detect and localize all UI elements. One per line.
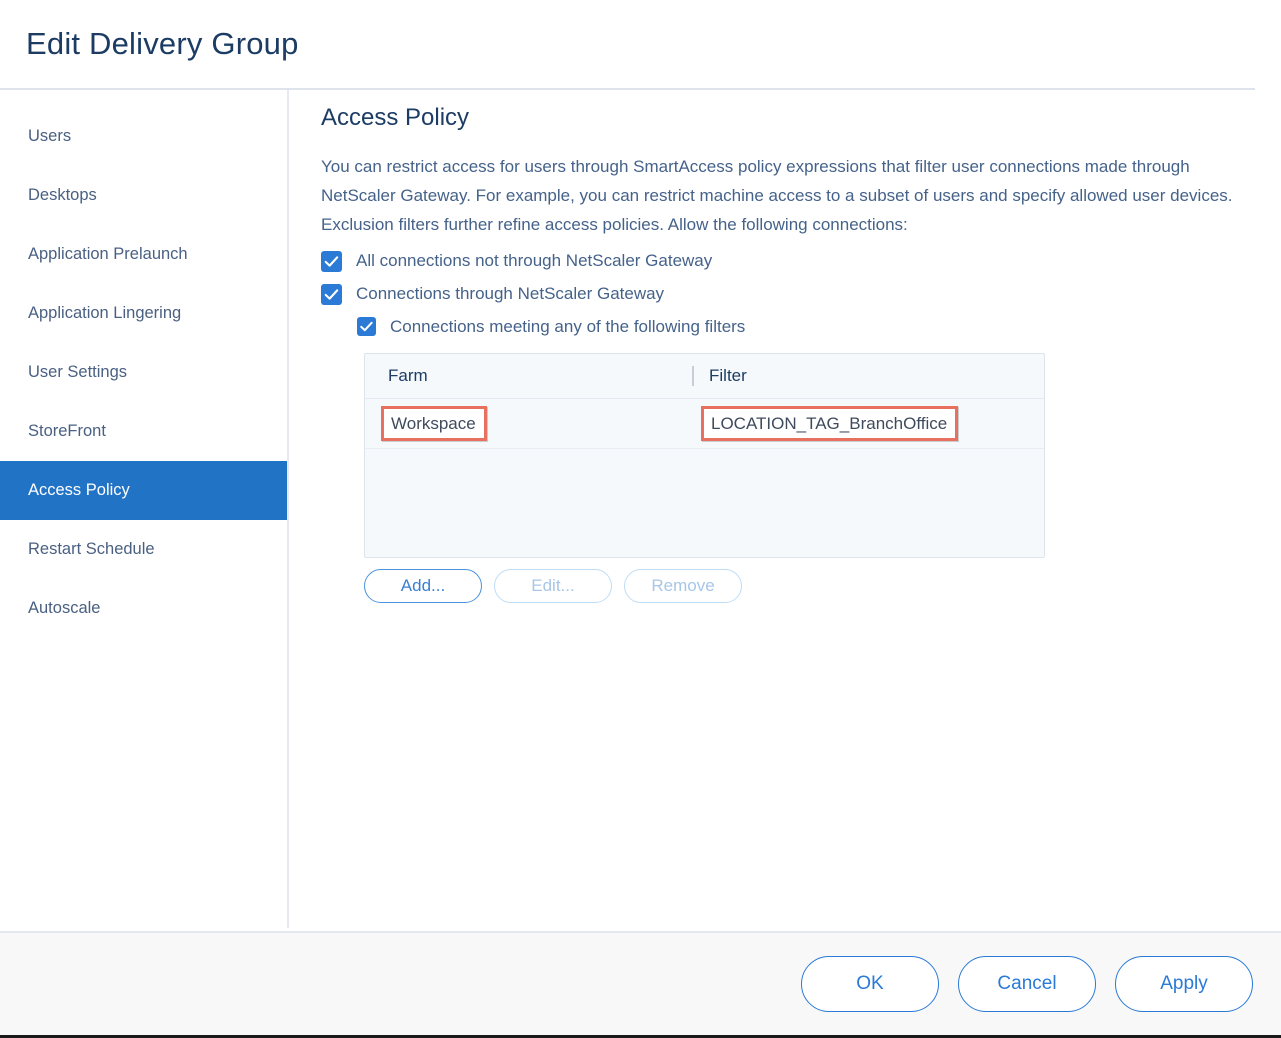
- ok-button-label: OK: [856, 973, 884, 994]
- checkbox-row-meeting-filters[interactable]: Connections meeting any of the following…: [357, 317, 1255, 337]
- content-pane: Access Policy You can restrict access fo…: [289, 90, 1281, 931]
- cancel-button[interactable]: Cancel: [958, 956, 1096, 1012]
- sidebar-item-label: Desktops: [28, 186, 97, 204]
- column-header-filter[interactable]: Filter: [692, 354, 1044, 398]
- remove-button-label: Remove: [651, 576, 715, 596]
- page-title: Edit Delivery Group: [26, 26, 299, 61]
- sidebar-item-label: StoreFront: [28, 422, 106, 440]
- section-description: You can restrict access for users throug…: [321, 156, 1233, 234]
- column-header-filter-label: Filter: [709, 366, 747, 386]
- checkmark-icon[interactable]: [357, 317, 376, 337]
- table-cell-filter-value: LOCATION_TAG_BranchOffice: [711, 414, 948, 434]
- table-cell-filter[interactable]: LOCATION_TAG_BranchOffice: [692, 399, 1044, 448]
- sidebar-item-application-prelaunch[interactable]: Application Prelaunch: [0, 225, 287, 284]
- remove-button[interactable]: Remove: [624, 569, 742, 604]
- edit-button-label: Edit...: [531, 576, 575, 596]
- checkbox-row-gateway-connections[interactable]: Connections through NetScaler Gateway: [321, 283, 1255, 305]
- table-row[interactable]: Workspace LOCATION_TAG_BranchOffice: [365, 399, 1044, 450]
- sidebar-item-label: Access Policy: [28, 481, 130, 499]
- add-button-label: Add...: [400, 576, 446, 596]
- sidebar-nav: Users Desktops Application Prelaunch App…: [0, 90, 289, 928]
- table-header-row: Farm Filter: [365, 354, 1044, 400]
- checkbox-label-meeting-filters: Connections meeting any of the following…: [390, 316, 746, 336]
- sidebar-item-users[interactable]: Users: [0, 107, 287, 166]
- edit-button[interactable]: Edit...: [494, 569, 612, 604]
- checkbox-label-all-connections: All connections not through NetScaler Ga…: [356, 251, 713, 271]
- sidebar-item-label: User Settings: [28, 363, 128, 381]
- apply-button[interactable]: Apply: [1115, 956, 1253, 1012]
- cancel-button-label: Cancel: [997, 973, 1057, 994]
- dialog-body: Users Desktops Application Prelaunch App…: [0, 90, 1281, 931]
- column-header-farm-label: Farm: [388, 366, 428, 386]
- sidebar-item-application-lingering[interactable]: Application Lingering: [0, 284, 287, 343]
- sidebar-item-storefront[interactable]: StoreFront: [0, 402, 287, 461]
- checkbox-row-all-connections[interactable]: All connections not through NetScaler Ga…: [321, 250, 1255, 272]
- dialog-title-bar: Edit Delivery Group: [0, 0, 1281, 90]
- checkmark-icon[interactable]: [321, 283, 342, 305]
- sidebar-item-label: Application Prelaunch: [28, 245, 188, 263]
- column-header-farm[interactable]: Farm: [365, 354, 692, 398]
- apply-button-label: Apply: [1160, 973, 1208, 994]
- table-action-buttons: Add... Edit... Remove: [364, 569, 1255, 604]
- sidebar-item-label: Autoscale: [28, 599, 101, 617]
- highlight-box-farm: Workspace: [381, 406, 487, 442]
- checkmark-icon[interactable]: [321, 250, 342, 272]
- table-cell-farm[interactable]: Workspace: [365, 399, 692, 448]
- section-heading: Access Policy: [321, 104, 470, 131]
- sidebar-item-access-policy[interactable]: Access Policy: [0, 461, 287, 520]
- dialog-footer: OK Cancel Apply: [0, 931, 1281, 1035]
- sidebar-item-autoscale[interactable]: Autoscale: [0, 579, 287, 638]
- access-filters-table[interactable]: Farm Filter Workspace LOCATION_TAG_Branc…: [364, 353, 1045, 559]
- checkbox-label-gateway-connections: Connections through NetScaler Gateway: [356, 284, 665, 304]
- edit-delivery-group-dialog: Edit Delivery Group Users Desktops Appli…: [0, 0, 1281, 1038]
- sidebar-item-label: Application Lingering: [28, 304, 182, 322]
- ok-button[interactable]: OK: [801, 956, 939, 1012]
- highlight-box-filter: LOCATION_TAG_BranchOffice: [701, 406, 959, 442]
- column-resize-handle[interactable]: [692, 366, 694, 387]
- add-button[interactable]: Add...: [364, 569, 482, 604]
- sidebar-item-label: Restart Schedule: [28, 540, 155, 558]
- sidebar-item-restart-schedule[interactable]: Restart Schedule: [0, 520, 287, 579]
- table-cell-farm-value: Workspace: [391, 414, 476, 434]
- sidebar-item-user-settings[interactable]: User Settings: [0, 343, 287, 402]
- sidebar-item-desktops[interactable]: Desktops: [0, 166, 287, 225]
- sidebar-item-label: Users: [28, 127, 72, 145]
